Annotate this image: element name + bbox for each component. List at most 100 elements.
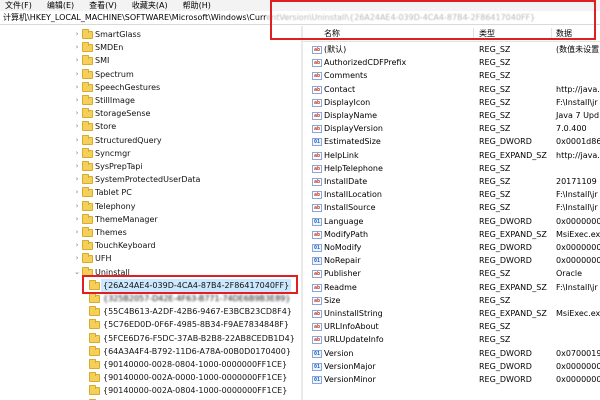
value-type: REG_DWORD: [479, 137, 532, 147]
value-type: REG_SZ: [479, 111, 511, 120]
value-name: NoRepair: [324, 256, 361, 266]
registry-value-row[interactable]: 01 NoRepair REG_DWORD 0x0000000: [303, 254, 600, 267]
registry-value-row[interactable]: ab DisplayVersion REG_SZ 7.0.400: [303, 122, 600, 135]
tree-item[interactable]: › Telephony: [0, 200, 301, 213]
registry-value-row[interactable]: ab Contact REG_SZ http://java.: [303, 83, 600, 96]
tree-item[interactable]: › SpeechGestures: [0, 81, 301, 94]
registry-value-row[interactable]: ab HelpTelephone REG_SZ: [303, 162, 600, 175]
folder-icon: [82, 121, 93, 132]
registry-value-row[interactable]: ab InstallSource REG_SZ F:\Install\jr: [303, 201, 600, 214]
tree-item[interactable]: {90140000-002A-0804-1000-0000000FF1CE}: [0, 384, 301, 397]
chevron-right-icon[interactable]: ›: [73, 226, 81, 239]
tree-item[interactable]: › SmartGlass: [0, 28, 301, 41]
tree-item[interactable]: › SMDEn: [0, 41, 301, 54]
tree-item[interactable]: › SMI: [0, 54, 301, 67]
value-name: Contact: [324, 84, 356, 94]
registry-value-row[interactable]: 01 VersionMinor REG_DWORD 0x0000000: [303, 373, 600, 386]
tree-item[interactable]: › Themes: [0, 226, 301, 239]
chevron-right-icon[interactable]: ›: [73, 186, 81, 199]
value-type: REG_EXPAND_SZ: [479, 229, 547, 239]
chevron-right-icon[interactable]: ›: [73, 68, 81, 81]
registry-value-row[interactable]: ab URLInfoAbout REG_SZ: [303, 320, 600, 333]
menu-item[interactable]: 文件(F): [0, 0, 32, 11]
menu-item[interactable]: 收藏夹(A): [127, 0, 168, 11]
tree-item-label: StillImage: [95, 96, 135, 105]
registry-value-row[interactable]: ab InstallDate REG_SZ 20171109: [303, 175, 600, 188]
tree-item[interactable]: {55C4B613-A2DF-42B6-9467-E3BCB23CD8F4}: [0, 305, 301, 318]
chevron-right-icon[interactable]: ›: [73, 120, 81, 133]
tree-item[interactable]: › TouchKeyboard: [0, 239, 301, 252]
chevron-right-icon[interactable]: ›: [73, 173, 81, 186]
registry-value-row[interactable]: 01 Language REG_DWORD 0x0000000: [303, 215, 600, 228]
tree-item[interactable]: {5FCE6D76-F5DC-37AB-B2B8-22AB8CEDB1D4}: [0, 332, 301, 345]
registry-value-row[interactable]: ab Publisher REG_SZ Oracle: [303, 267, 600, 280]
registry-value-row[interactable]: ab HelpLink REG_EXPAND_SZ http://java.: [303, 149, 600, 162]
folder-icon: [82, 161, 93, 171]
tree-item[interactable]: › SystemProtectedUserData: [0, 173, 301, 186]
string-value-icon: ab: [312, 310, 322, 318]
registry-value-row[interactable]: 01 VersionMajor REG_DWORD 0x0000000: [303, 360, 600, 373]
string-value-icon: ab: [312, 112, 322, 120]
tree-item[interactable]: {90140000-002A-0000-1000-0000000FF1CE}: [0, 371, 301, 384]
chevron-right-icon[interactable]: ›: [73, 134, 81, 147]
tree-item[interactable]: › StorageSense: [0, 107, 301, 120]
registry-value-row[interactable]: ab DisplayIcon REG_SZ F:\Install\jr: [303, 96, 600, 109]
value-type: REG_SZ: [479, 84, 511, 94]
registry-value-row[interactable]: 01 NoModify REG_DWORD 0x0000000: [303, 241, 600, 254]
menu-item[interactable]: 编辑(E): [42, 0, 74, 11]
registry-value-row[interactable]: ab URLUpdateInfo REG_SZ: [303, 333, 600, 346]
chevron-right-icon[interactable]: ›: [73, 107, 81, 120]
tree-item[interactable]: › StructuredQuery: [0, 134, 301, 147]
tree-item[interactable]: {64A3A4F4-B792-11D6-A78A-00B0D0170400}: [0, 345, 301, 358]
tree-item[interactable]: › Store: [0, 120, 301, 133]
registry-value-row[interactable]: ab Size REG_SZ: [303, 294, 600, 307]
tree-item[interactable]: › Spectrum: [0, 68, 301, 81]
string-value-icon: ab: [312, 59, 322, 68]
value-type: REG_DWORD: [479, 256, 532, 266]
registry-value-row[interactable]: ab InstallLocation REG_SZ F:\Install\jr: [303, 188, 600, 201]
value-name: Comments: [324, 71, 368, 81]
chevron-right-icon[interactable]: ›: [73, 200, 81, 213]
folder-icon: [82, 174, 93, 185]
menu-item[interactable]: 帮助(H): [178, 0, 211, 11]
tree-item-label: Telephony: [95, 201, 136, 211]
registry-value-row[interactable]: ab AuthorizedCDFPrefix REG_SZ: [303, 56, 600, 69]
value-name: HelpLink: [324, 150, 359, 160]
address-path: 计算机\HKEY_LOCAL_MACHINE\SOFTWARE\Microsof…: [3, 13, 267, 22]
chevron-right-icon[interactable]: ›: [73, 147, 81, 160]
chevron-right-icon[interactable]: ›: [73, 41, 81, 54]
tree-item[interactable]: › SysPrepTapi: [0, 160, 301, 173]
tree-item[interactable]: › StillImage: [0, 94, 301, 107]
chevron-right-icon[interactable]: ›: [73, 160, 81, 173]
string-value-icon: ab: [312, 178, 322, 186]
tree-item[interactable]: {5C76ED0D-0F6F-4985-8B34-F9AE7834848F}: [0, 318, 301, 331]
registry-value-row[interactable]: ab DisplayName REG_SZ Java 7 Upd: [303, 109, 600, 122]
tree-item[interactable]: › Tablet PC: [0, 186, 301, 199]
chevron-right-icon[interactable]: ›: [73, 252, 81, 265]
chevron-down-icon[interactable]: ⌄: [73, 266, 81, 279]
registry-value-row[interactable]: ab (默认) REG_SZ (数值未设置): [303, 43, 600, 56]
tree-item[interactable]: {90140000-0028-0804-1000-0000000FF1CE}: [0, 358, 301, 371]
chevron-right-icon[interactable]: ›: [73, 81, 81, 94]
chevron-right-icon[interactable]: ›: [73, 28, 81, 41]
folder-icon: [82, 200, 93, 211]
chevron-right-icon[interactable]: ›: [73, 213, 81, 226]
registry-value-row[interactable]: ab Comments REG_SZ: [303, 69, 600, 82]
tree-item[interactable]: › ThemeManager: [0, 213, 301, 226]
chevron-right-icon[interactable]: ›: [73, 54, 81, 67]
chevron-right-icon[interactable]: ›: [73, 94, 81, 107]
registry-value-row[interactable]: ab UninstallString REG_EXPAND_SZ MsiExec.ex…: [303, 307, 600, 320]
tree-item[interactable]: › UFH: [0, 252, 301, 265]
chevron-right-icon[interactable]: ›: [73, 239, 81, 252]
registry-value-row[interactable]: abModifyPath REG_EXPAND_SZ MsiExec.exe: [303, 228, 600, 241]
value-type: REG_DWORD: [479, 361, 532, 371]
registry-value-row[interactable]: ab Readme REG_EXPAND_SZ F:\Install\jr: [303, 281, 600, 294]
string-value-icon: ab: [312, 283, 322, 292]
folder-icon: [82, 240, 93, 251]
menu-item[interactable]: 查看(V): [84, 0, 117, 11]
registry-value-row[interactable]: 01 EstimatedSize REG_DWORD 0x0001d86: [303, 135, 600, 148]
registry-value-row[interactable]: 01 Version REG_DWORD 0x0700019: [303, 347, 600, 360]
value-name: UninstallString: [324, 309, 383, 318]
tree-item[interactable]: › Syncmgr: [0, 147, 301, 160]
value-data: http://java.: [556, 150, 600, 160]
